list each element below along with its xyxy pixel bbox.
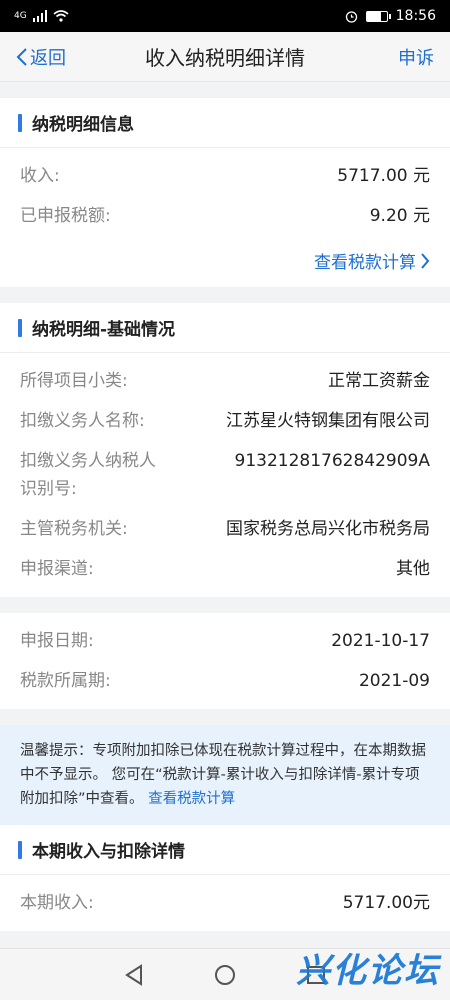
alarm-icon	[345, 10, 357, 23]
section-marker	[18, 113, 22, 132]
notice-tax-calculation-link[interactable]: 查看税款计算	[148, 791, 235, 807]
row-label: 收入:	[20, 166, 60, 186]
row-label: 所得项目小类:	[20, 371, 128, 391]
declared-tax-row: 已申报税额: 9.20 元	[0, 196, 450, 236]
tax-period-row: 税款所属期: 2021-09	[0, 661, 450, 701]
row-label: 税款所属期:	[20, 671, 111, 691]
home-circle-icon[interactable]	[214, 964, 236, 986]
tax-detail-section: 纳税明细信息 收入: 5717.00 元 已申报税额: 9.20 元 查看税款计…	[0, 98, 450, 287]
row-value: 9.20 元	[369, 206, 430, 226]
row-value: 正常工资薪金	[328, 371, 430, 391]
row-value: 2021-10-17	[331, 631, 430, 651]
row-value: 其他	[396, 559, 430, 579]
status-bar: 4G 18:56	[0, 0, 450, 32]
row-label: 申报渠道:	[20, 559, 94, 579]
row-value: 国家税务总局兴化市税务局	[226, 519, 430, 539]
notice-box: 温馨提示：专项附加扣除已体现在税款计算过程中，在本期数据中不予显示。 您可在“税…	[0, 725, 450, 825]
row-value: 5717.00元	[342, 893, 430, 913]
row-value: 91321281762842909A	[234, 451, 431, 471]
clock: 18:56	[395, 8, 436, 24]
chevron-left-icon	[16, 47, 27, 66]
row-label: 已申报税额:	[20, 206, 111, 226]
back-button[interactable]: 返回	[16, 44, 66, 70]
row-label: 主管税务机关:	[20, 519, 128, 539]
section-title: 纳税明细-基础情况	[32, 320, 176, 340]
row-label: 扣缴义务人名称:	[20, 411, 145, 431]
navigation-bar: 返回 收入纳税明细详情 申诉	[0, 32, 450, 82]
row-value: 2021-09	[358, 671, 430, 691]
appeal-button[interactable]: 申诉	[398, 44, 434, 70]
row-label: 申报日期:	[20, 631, 94, 651]
section-header: 纳税明细-基础情况	[0, 303, 450, 353]
section-title: 纳税明细信息	[32, 115, 134, 135]
back-triangle-icon[interactable]	[124, 963, 144, 986]
declaration-date-row: 申报日期: 2021-10-17	[0, 621, 450, 661]
wifi-icon	[53, 10, 69, 22]
page-title: 收入纳税明细详情	[145, 46, 305, 70]
section-marker	[18, 840, 22, 859]
forum-watermark: 兴化论坛	[296, 951, 440, 991]
tax-authority-row: 主管税务机关: 国家税务总局兴化市税务局	[0, 509, 450, 549]
income-subcategory-row: 所得项目小类: 正常工资薪金	[0, 361, 450, 401]
section-header: 纳税明细信息	[0, 98, 450, 148]
section-title: 本期收入与扣除详情	[32, 842, 185, 862]
date-section: 申报日期: 2021-10-17 税款所属期: 2021-09	[0, 613, 450, 709]
current-income-section: 本期收入与扣除详情 本期收入: 5717.00元	[0, 825, 450, 931]
link-label: 查看税款计算	[314, 253, 416, 273]
declaration-channel-row: 申报渠道: 其他	[0, 549, 450, 589]
current-income-row: 本期收入: 5717.00元	[0, 883, 450, 923]
battery-icon	[365, 10, 391, 22]
basic-info-section: 纳税明细-基础情况 所得项目小类: 正常工资薪金 扣缴义务人名称: 江苏星火特钢…	[0, 303, 450, 597]
view-tax-calculation-link[interactable]: 查看税款计算	[0, 244, 450, 287]
signal-icon	[32, 10, 47, 22]
section-header: 本期收入与扣除详情	[0, 825, 450, 875]
withholding-agent-name-row: 扣缴义务人名称: 江苏星火特钢集团有限公司	[0, 401, 450, 441]
income-row: 收入: 5717.00 元	[0, 156, 450, 196]
row-label: 扣缴义务人纳税人识别号:	[20, 451, 156, 499]
network-label: 4G	[14, 11, 27, 21]
back-label: 返回	[30, 47, 66, 69]
row-label: 本期收入:	[20, 893, 94, 913]
chevron-right-icon	[421, 252, 430, 269]
row-value: 江苏星火特钢集团有限公司	[226, 411, 430, 431]
section-marker	[18, 318, 22, 337]
withholding-agent-id-row: 扣缴义务人纳税人识别号: 91321281762842909A	[0, 441, 450, 509]
row-value: 5717.00 元	[337, 166, 430, 186]
